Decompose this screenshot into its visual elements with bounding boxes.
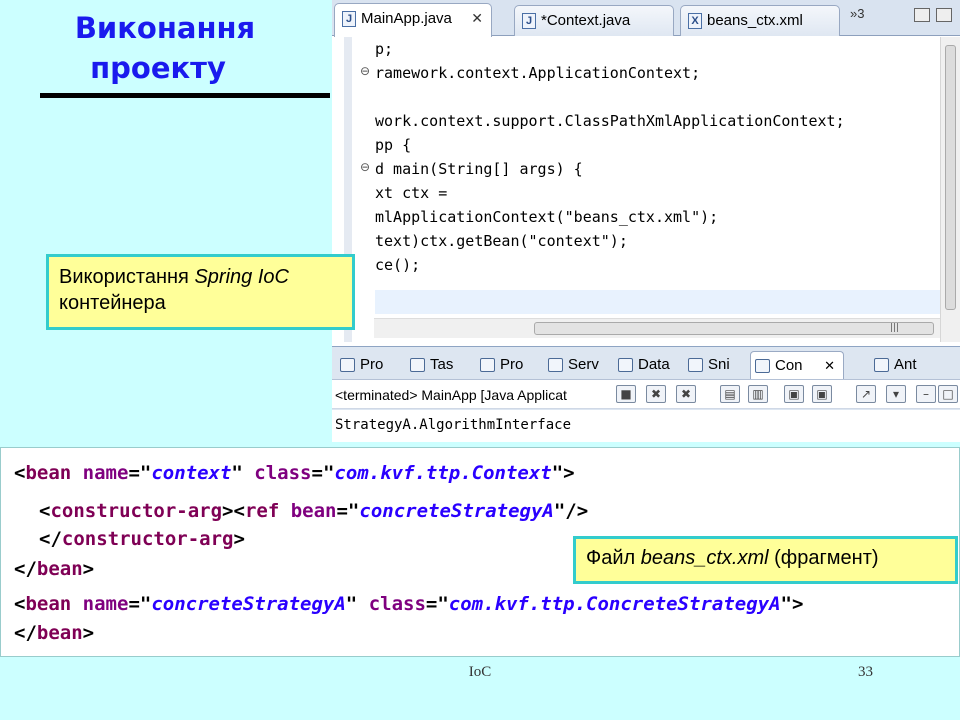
- callout-text: контейнера: [59, 292, 166, 314]
- scrollbar-thumb[interactable]: [945, 45, 956, 310]
- console-dropdown-icon[interactable]: ▾: [886, 385, 906, 403]
- java-file-icon: J: [522, 13, 536, 29]
- scroll-lock-icon[interactable]: ▥: [748, 385, 768, 403]
- xml-line: <constructor-arg><ref bean="concreteStra…: [39, 500, 589, 522]
- snippets-icon: [688, 358, 703, 372]
- tab-label: beans_ctx.xml: [707, 12, 803, 29]
- view-tab-label: Pro: [360, 356, 384, 373]
- code-line: work.context.support.ClassPathXmlApplica…: [375, 112, 845, 130]
- servers-icon: [548, 358, 563, 372]
- slide-title: Виконання проекту: [0, 8, 330, 88]
- view-tab-ant[interactable]: Ant: [870, 351, 934, 379]
- problems-icon: [340, 358, 355, 372]
- callout-italic: beans_ctx.xml: [640, 547, 769, 569]
- maximize-icon[interactable]: □: [938, 385, 958, 403]
- view-tab-label: Tas: [430, 356, 454, 373]
- callout-italic: Spring IoC: [194, 266, 289, 288]
- console-output-line: StrategyA.AlgorithmInterface: [335, 417, 572, 433]
- grip-icon: |||: [890, 323, 900, 333]
- view-tab-snippets[interactable]: Sni: [684, 351, 746, 379]
- fold-minus-icon[interactable]: ⊖: [360, 160, 370, 174]
- view-tab-label: Con: [775, 357, 803, 374]
- tab-label: *Context.java: [541, 12, 631, 29]
- view-tab-problems[interactable]: Pro: [336, 351, 400, 379]
- minimize-icon[interactable]: –: [916, 385, 936, 403]
- code-line: ramework.context.ApplicationContext;: [375, 64, 701, 82]
- ant-icon: [874, 358, 889, 372]
- code-line: xt ctx =: [375, 184, 448, 202]
- title-line-1: Виконання: [74, 11, 256, 45]
- console-process-label: <terminated> MainApp [Java Applicat: [335, 387, 567, 403]
- maximize-icon[interactable]: [936, 8, 952, 22]
- callout-text: Використання: [59, 266, 195, 288]
- eclipse-window: J MainApp.java ✕ J *Context.java X beans…: [332, 0, 960, 442]
- properties-icon: [480, 358, 495, 372]
- view-tab-label: Pro: [500, 356, 524, 373]
- editor-tab-bar: J MainApp.java ✕ J *Context.java X beans…: [332, 0, 960, 37]
- close-tab-icon[interactable]: ✕: [824, 352, 835, 380]
- code-line: pp {: [375, 136, 412, 154]
- view-tab-properties[interactable]: Pro: [476, 351, 540, 379]
- editor-gutter: [352, 37, 374, 342]
- view-tab-data-source[interactable]: Data: [614, 351, 682, 379]
- view-tab-servers[interactable]: Serv: [544, 351, 614, 379]
- view-tab-label: Serv: [568, 356, 599, 373]
- code-line: text)ctx.getBean("context");: [375, 232, 628, 250]
- data-source-icon: [618, 358, 633, 372]
- tab-label: MainApp.java: [361, 10, 452, 27]
- callout-text: (фрагмент): [768, 547, 879, 569]
- console-output: StrategyA.AlgorithmInterface: [332, 410, 960, 442]
- view-tab-label: Sni: [708, 356, 730, 373]
- title-line-2: проекту: [90, 51, 226, 85]
- tab-context-java[interactable]: J *Context.java: [514, 5, 674, 36]
- remove-all-launches-icon[interactable]: ✖: [676, 385, 696, 403]
- view-tab-console[interactable]: Con ✕: [750, 351, 844, 379]
- tab-beans-ctx-xml[interactable]: X beans_ctx.xml: [680, 5, 840, 36]
- footer-topic: IoC: [468, 664, 492, 680]
- console-icon: [755, 359, 770, 373]
- pin-console-icon[interactable]: ▣: [784, 385, 804, 403]
- open-console-icon[interactable]: ↗: [856, 385, 876, 403]
- remove-launch-icon[interactable]: ✖: [646, 385, 666, 403]
- callout-text: Файл: [586, 547, 641, 569]
- editor-horizontal-scrollbar[interactable]: |||: [374, 318, 940, 338]
- fold-minus-icon[interactable]: ⊖: [360, 64, 370, 78]
- view-tab-tasks[interactable]: Tas: [406, 351, 470, 379]
- stop-icon[interactable]: ■: [616, 385, 636, 403]
- tasks-icon: [410, 358, 425, 372]
- file-fragment-callout: Файл beans_ctx.xml (фрагмент): [573, 536, 958, 584]
- code-line: mlApplicationContext("beans_ctx.xml");: [375, 208, 719, 226]
- code-editor[interactable]: ⊖ ⊖ p; ramework.context.ApplicationConte…: [332, 37, 960, 342]
- views-panel: Pro Tas Pro Serv Data Sni Con ✕ Ant <term…: [332, 346, 960, 442]
- view-tab-label: Data: [638, 356, 670, 373]
- code-line: ce();: [375, 256, 421, 274]
- xml-line: <bean name="context" class="com.kvf.ttp.…: [14, 462, 575, 484]
- current-line-highlight: [375, 290, 940, 314]
- minimize-icon[interactable]: [914, 8, 930, 22]
- page-number: 33: [858, 664, 873, 680]
- code-line: d main(String[] args) {: [375, 160, 583, 178]
- display-selected-console-icon[interactable]: ▣: [812, 385, 832, 403]
- xml-line: </bean>: [14, 558, 95, 580]
- close-tab-icon[interactable]: ✕: [471, 4, 483, 33]
- java-file-icon: J: [342, 11, 356, 27]
- tab-mainapp-java[interactable]: J MainApp.java ✕: [334, 3, 492, 37]
- tab-overflow-button[interactable]: »3: [850, 6, 864, 21]
- view-tab-label: Ant: [894, 356, 917, 373]
- title-underline: [40, 93, 330, 98]
- scrollbar-thumb[interactable]: |||: [534, 322, 934, 335]
- xml-file-icon: X: [688, 13, 702, 29]
- spring-ioc-callout: Використання Spring IoC контейнера: [46, 254, 355, 330]
- clear-console-icon[interactable]: ▤: [720, 385, 740, 403]
- xml-line: </bean>: [14, 622, 95, 644]
- xml-line: </constructor-arg>: [39, 528, 245, 550]
- editor-vertical-scrollbar[interactable]: [940, 37, 960, 342]
- code-line: p;: [375, 40, 394, 58]
- xml-line: <bean name="concreteStrategyA" class="co…: [14, 593, 804, 615]
